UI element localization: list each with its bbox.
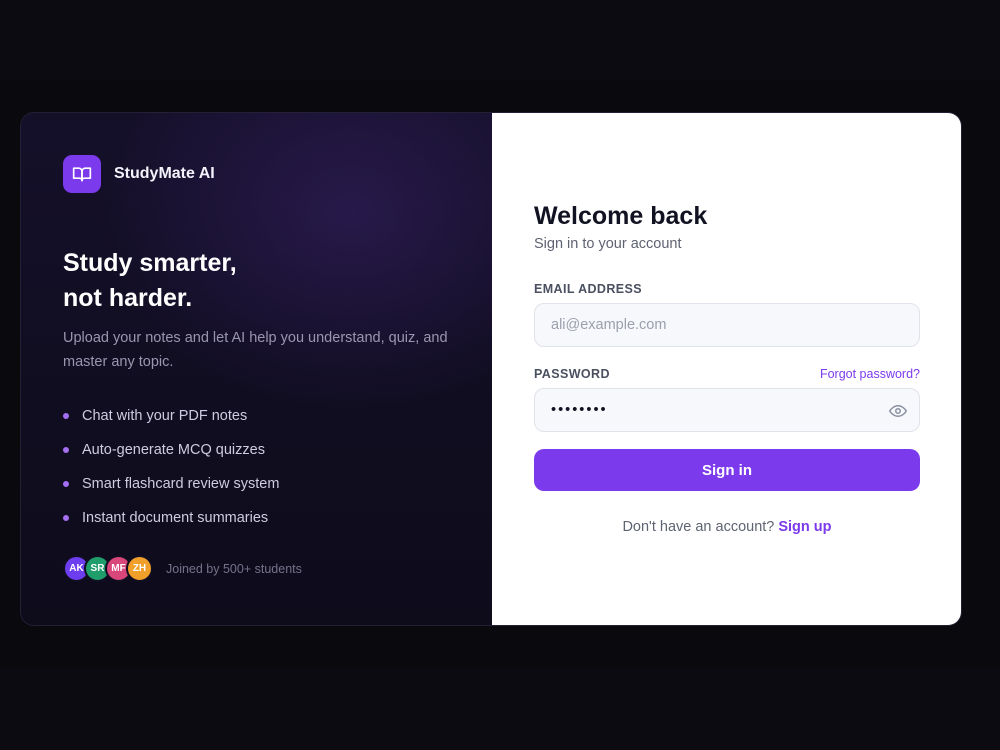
forgot-password-link[interactable]: Forgot password? bbox=[820, 367, 920, 381]
avatar-stack: AK SR MF ZH bbox=[63, 555, 153, 582]
feature-label: Auto-generate MCQ quizzes bbox=[82, 442, 265, 458]
hero-headline-line-2: not harder. bbox=[63, 284, 193, 312]
brand-name: StudyMate AI bbox=[114, 165, 215, 182]
social-proof-text: Joined by 500+ students bbox=[166, 561, 302, 576]
hero-subtext: Upload your notes and let AI help you un… bbox=[63, 330, 448, 370]
hero-headline-line-1: Study smarter, bbox=[63, 249, 237, 277]
feature-item: Smart flashcard review system bbox=[63, 467, 279, 501]
password-field[interactable] bbox=[535, 389, 919, 431]
feature-list: Chat with your PDF notes Auto-generate M… bbox=[63, 399, 279, 535]
email-field[interactable] bbox=[535, 304, 919, 346]
hero-headline: Study smarter, not harder. bbox=[63, 246, 237, 316]
feature-label: Instant document summaries bbox=[82, 510, 269, 526]
feature-item: Auto-generate MCQ quizzes bbox=[63, 433, 279, 467]
brand: StudyMate AI bbox=[63, 155, 215, 193]
feature-item: Chat with your PDF notes bbox=[63, 399, 279, 433]
email-label: EMAIL ADDRESS bbox=[534, 282, 642, 296]
open-book-icon bbox=[63, 155, 101, 193]
bottom-backdrop-band bbox=[0, 668, 1000, 750]
bullet-dot-icon bbox=[63, 481, 69, 487]
password-label: PASSWORD bbox=[534, 367, 610, 381]
form-title: Welcome back bbox=[534, 202, 708, 230]
sign-up-link[interactable]: Sign up bbox=[778, 519, 831, 535]
feature-label: Chat with your PDF notes bbox=[82, 408, 248, 424]
promo-panel: StudyMate AI Study smarter, not harder. … bbox=[21, 113, 492, 625]
email-field-wrapper bbox=[534, 303, 920, 347]
top-backdrop-band bbox=[0, 0, 1000, 80]
signin-form: Welcome back Sign in to your account EMA… bbox=[534, 201, 920, 535]
sign-in-button[interactable]: Sign in bbox=[534, 449, 920, 491]
password-field-wrapper bbox=[534, 388, 920, 432]
avatar: ZH bbox=[126, 555, 153, 582]
signup-prompt: Don't have an account? bbox=[622, 519, 775, 535]
signup-row: Don't have an account? Sign up bbox=[534, 519, 920, 535]
bullet-dot-icon bbox=[63, 447, 69, 453]
bullet-dot-icon bbox=[63, 515, 69, 521]
bullet-dot-icon bbox=[63, 413, 69, 419]
auth-card: StudyMate AI Study smarter, not harder. … bbox=[20, 112, 962, 626]
password-label-row: PASSWORD Forgot password? bbox=[534, 367, 920, 381]
eye-icon[interactable] bbox=[889, 402, 907, 420]
signin-panel: Welcome back Sign in to your account EMA… bbox=[492, 113, 961, 625]
social-proof: AK SR MF ZH Joined by 500+ students bbox=[63, 555, 302, 582]
feature-item: Instant document summaries bbox=[63, 501, 279, 535]
feature-label: Smart flashcard review system bbox=[82, 476, 280, 492]
form-subtitle: Sign in to your account bbox=[534, 236, 682, 252]
